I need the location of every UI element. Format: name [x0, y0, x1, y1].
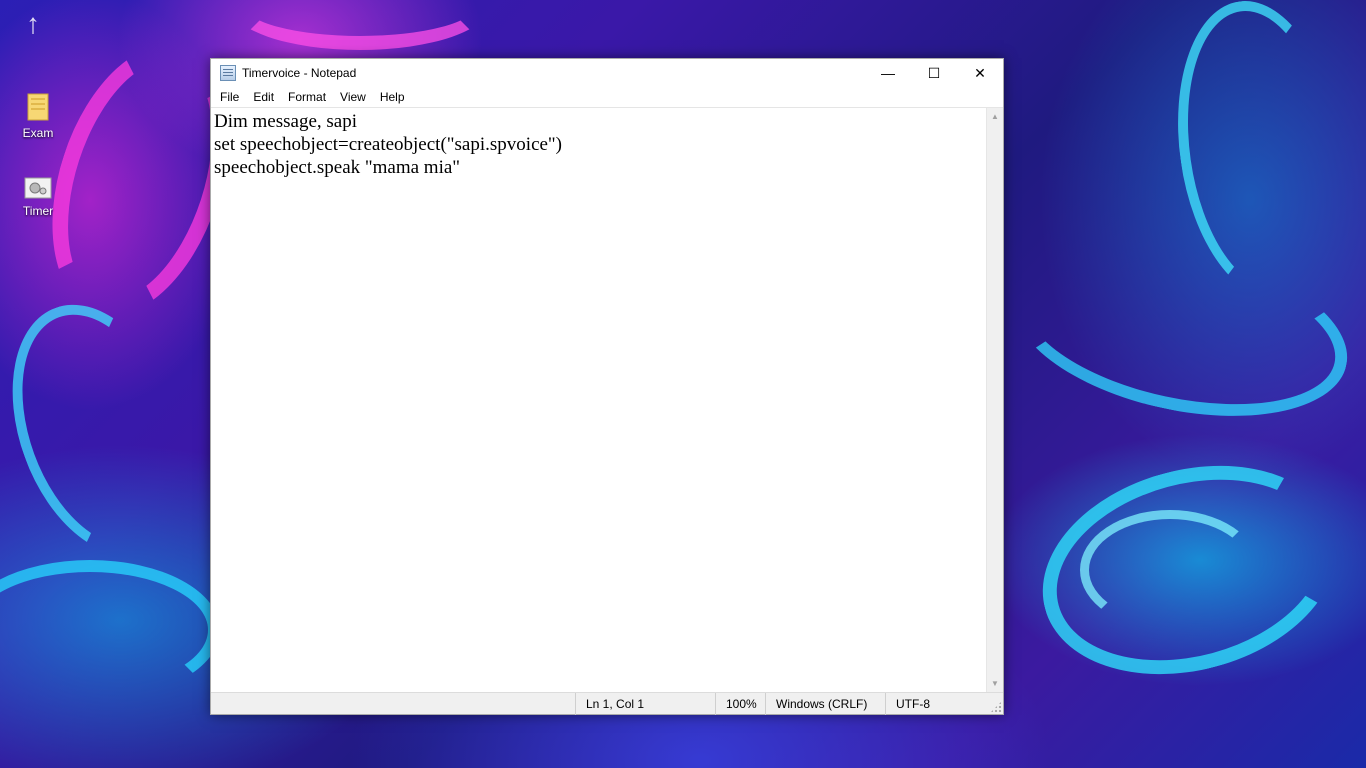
menu-help[interactable]: Help — [373, 87, 412, 107]
scroll-up-icon[interactable]: ▲ — [987, 108, 1003, 125]
status-spacer — [211, 693, 575, 714]
vertical-scrollbar[interactable]: ▲ ▼ — [986, 108, 1003, 692]
editor-line: set speechobject=createobject("sapi.spvo… — [214, 134, 563, 155]
desktop-icon-exam[interactable]: Exam — [8, 92, 68, 140]
text-editor[interactable]: Dim message, sapi set speechobject=create… — [211, 108, 986, 692]
editor-area: Dim message, sapi set speechobject=create… — [211, 107, 1003, 692]
scroll-down-icon[interactable]: ▼ — [987, 675, 1003, 692]
menu-bar: File Edit Format View Help — [211, 87, 1003, 107]
editor-line: speechobject.speak "mama mia" — [214, 157, 461, 178]
folder-icon — [27, 93, 49, 121]
close-button[interactable]: ✕ — [957, 59, 1003, 87]
desktop-icon-timer[interactable]: Timer — [8, 176, 68, 218]
status-line-ending: Windows (CRLF) — [765, 693, 885, 715]
editor-line: Dim message, sapi — [214, 111, 358, 132]
notepad-icon — [220, 65, 236, 81]
window-title: Timervoice - Notepad — [242, 66, 357, 80]
desktop-icon-label: Timer — [22, 204, 54, 218]
desktop-icon-label: Exam — [22, 126, 54, 140]
menu-format[interactable]: Format — [281, 87, 333, 107]
status-encoding: UTF-8 — [885, 693, 1003, 715]
title-bar[interactable]: Timervoice - Notepad — ☐ ✕ — [211, 59, 1003, 87]
maximize-button[interactable]: ☐ — [911, 59, 957, 87]
arrow-up-icon: ↑ — [26, 8, 40, 39]
status-zoom: 100% — [715, 693, 765, 715]
status-cursor-position: Ln 1, Col 1 — [575, 693, 715, 715]
menu-edit[interactable]: Edit — [246, 87, 281, 107]
script-file-icon — [24, 177, 52, 199]
notepad-window: Timervoice - Notepad — ☐ ✕ File Edit For… — [210, 58, 1004, 715]
status-bar: Ln 1, Col 1 100% Windows (CRLF) UTF-8 — [211, 692, 1003, 715]
menu-file[interactable]: File — [213, 87, 246, 107]
menu-view[interactable]: View — [333, 87, 373, 107]
minimize-button[interactable]: — — [865, 59, 911, 87]
